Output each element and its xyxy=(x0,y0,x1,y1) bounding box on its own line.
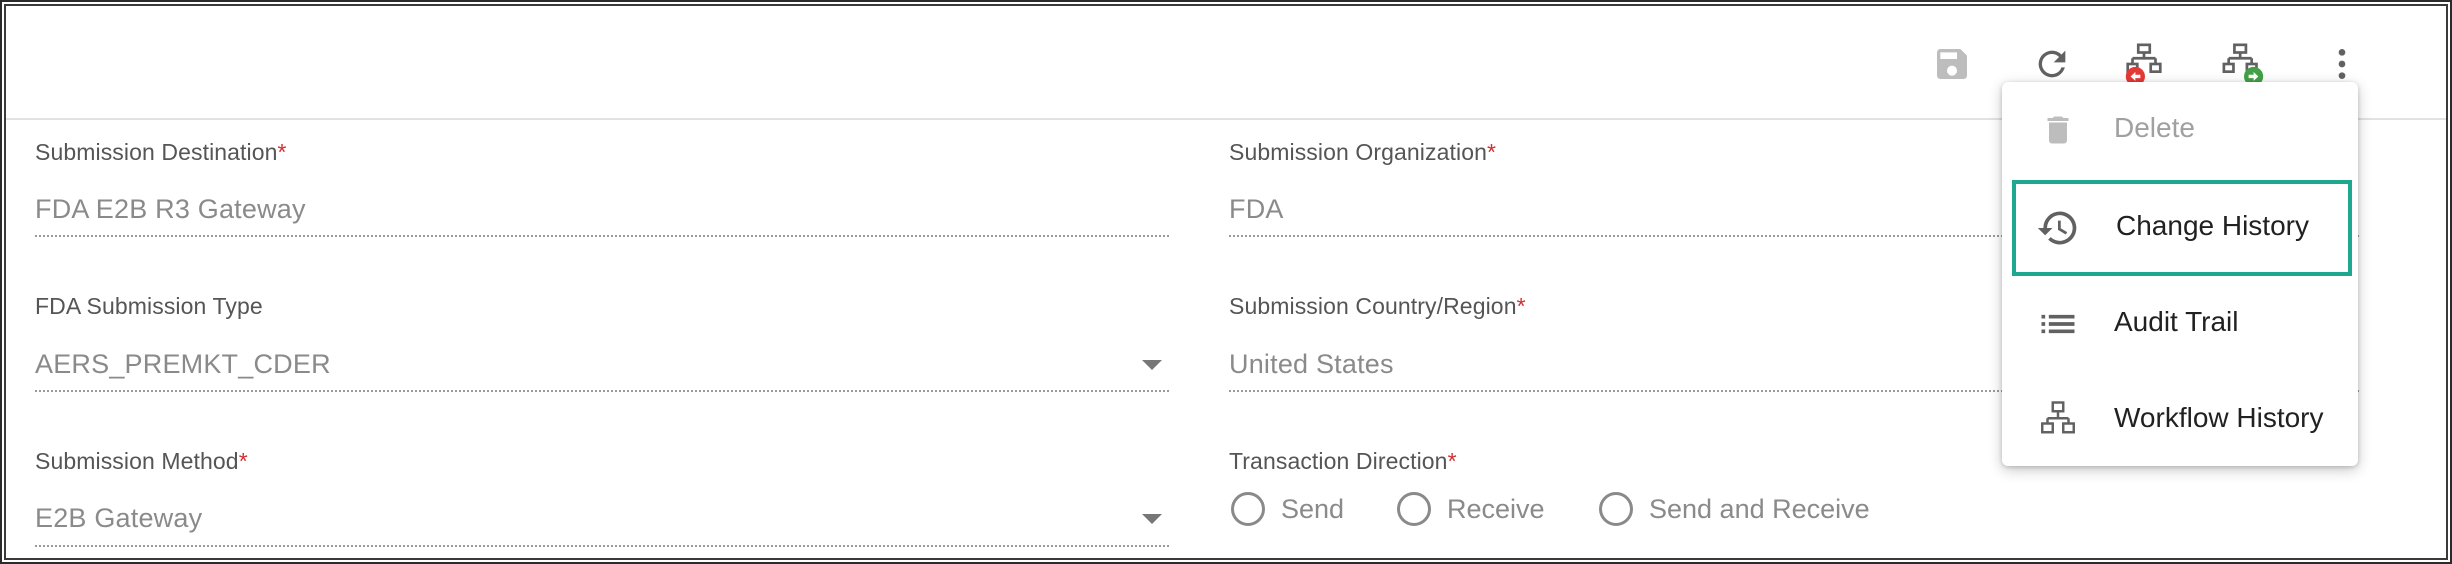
submission-destination-field[interactable]: FDA E2B R3 Gateway xyxy=(35,194,306,225)
submission-method-dropdown-icon[interactable] xyxy=(1142,514,1162,524)
radio-circle-icon xyxy=(1231,492,1265,526)
menu-item-delete-label: Delete xyxy=(2114,112,2195,143)
save-button[interactable] xyxy=(1924,36,1980,92)
menu-item-workflow-history-label: Workflow History xyxy=(2114,402,2324,433)
radio-circle-icon xyxy=(1599,492,1633,526)
workflow-icon xyxy=(2036,398,2080,442)
delete-icon xyxy=(2036,108,2080,152)
radio-circle-icon xyxy=(1397,492,1431,526)
more-options-menu: Delete Change History Audit Trail Workfl… xyxy=(2002,82,2358,466)
list-icon xyxy=(2036,302,2080,346)
app-frame: Submission Destination* FDA E2B R3 Gatew… xyxy=(0,0,2452,564)
submission-method-select[interactable]: E2B Gateway xyxy=(35,503,202,534)
radio-receive-label: Receive xyxy=(1447,493,1545,524)
submission-method-underline xyxy=(35,545,1169,547)
menu-item-audit-trail-label: Audit Trail xyxy=(2114,306,2239,337)
save-icon xyxy=(1937,49,1967,79)
radio-send-label: Send xyxy=(1281,493,1345,524)
more-vert-icon xyxy=(2338,49,2346,79)
fda-submission-type-underline xyxy=(35,390,1169,392)
refresh-icon xyxy=(2038,50,2066,78)
radio-send-and-receive-label: Send and Receive xyxy=(1649,493,1870,524)
submission-destination-label: Submission Destination* xyxy=(35,139,287,165)
submission-organization-label: Submission Organization* xyxy=(1229,139,1497,165)
radio-send[interactable]: Send xyxy=(1231,492,1344,526)
menu-item-change-history-label: Change History xyxy=(2116,210,2309,241)
menu-item-audit-trail[interactable]: Audit Trail xyxy=(2002,276,2358,372)
workflow-reject-icon xyxy=(2125,43,2162,87)
transaction-direction-label: Transaction Direction* xyxy=(1229,448,1457,474)
history-icon xyxy=(2036,206,2080,250)
submission-destination-underline xyxy=(35,235,1169,237)
submission-country-field[interactable]: United States xyxy=(1229,349,1394,380)
submission-method-label: Submission Method* xyxy=(35,448,248,474)
fda-submission-type-select[interactable]: AERS_PREMKT_CDER xyxy=(35,349,331,380)
menu-item-delete[interactable]: Delete xyxy=(2002,82,2358,178)
workflow-forward-icon xyxy=(2222,43,2264,87)
submission-country-label: Submission Country/Region* xyxy=(1229,293,1526,319)
fda-submission-type-label: FDA Submission Type xyxy=(35,293,263,319)
submission-organization-field[interactable]: FDA xyxy=(1229,194,1284,225)
menu-item-workflow-history[interactable]: Workflow History xyxy=(2002,372,2358,468)
fda-submission-type-dropdown-icon[interactable] xyxy=(1142,360,1162,370)
radio-receive[interactable]: Receive xyxy=(1397,492,1545,526)
menu-item-change-history[interactable]: Change History xyxy=(2012,180,2352,276)
radio-send-and-receive[interactable]: Send and Receive xyxy=(1599,492,1870,526)
